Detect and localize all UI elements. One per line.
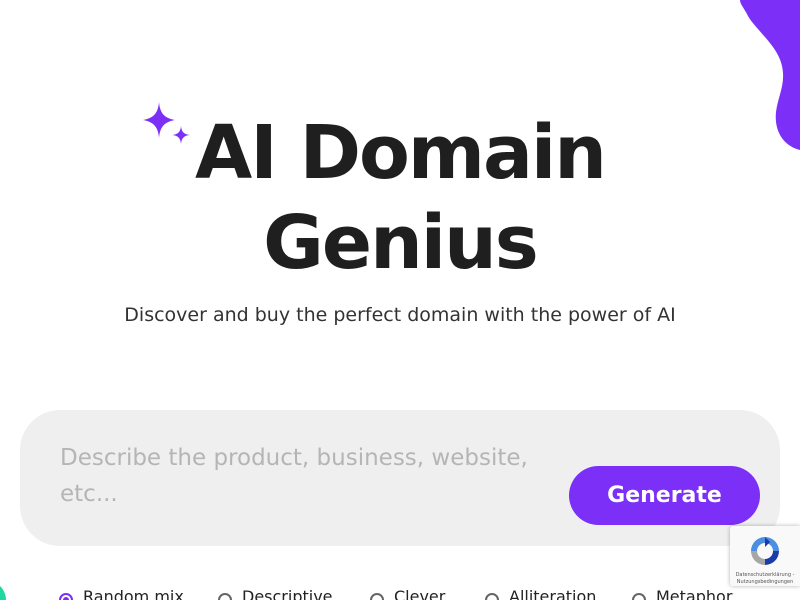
radio-button[interactable] — [59, 593, 73, 600]
style-option-alliteration[interactable]: Alliteration — [485, 586, 596, 600]
radio-button[interactable] — [632, 593, 646, 600]
style-option-descriptive[interactable]: Descriptive — [218, 586, 333, 600]
title-line-2: Genius — [263, 200, 539, 286]
generate-button[interactable]: Generate — [569, 466, 760, 525]
title-line-1: AI Domain — [195, 110, 607, 196]
recaptcha-badge[interactable]: Datenschutzerklärung - Nutzungsbedingung… — [730, 526, 800, 586]
style-option-clever[interactable]: Clever — [370, 586, 445, 600]
style-option-label: Descriptive — [242, 587, 333, 600]
style-options: Random mix Descriptive Clever Alliterati… — [0, 586, 800, 600]
recaptcha-links: Datenschutzerklärung - Nutzungsbedingung… — [732, 572, 798, 586]
description-input[interactable] — [60, 440, 530, 516]
style-option-label: Clever — [394, 587, 446, 600]
page-title: AI Domain Genius — [0, 108, 800, 288]
radio-button[interactable] — [370, 593, 384, 600]
style-option-random-mix[interactable]: Random mix — [59, 586, 184, 600]
page-subtitle: Discover and buy the perfect domain with… — [124, 304, 676, 326]
style-option-label: Alliteration — [509, 587, 597, 600]
style-option-label: Metaphor — [656, 587, 733, 600]
radio-button[interactable] — [485, 593, 499, 600]
style-option-label: Random mix — [83, 587, 184, 600]
radio-button[interactable] — [218, 593, 232, 600]
page: AI Domain Genius Discover and buy the pe… — [0, 0, 800, 600]
search-box: Generate — [20, 410, 780, 546]
style-option-metaphor[interactable]: Metaphor — [632, 586, 732, 600]
recaptcha-terms-link[interactable]: Nutzungsbedingungen — [737, 579, 794, 585]
recaptcha-privacy-link[interactable]: Datenschutzerklärung — [736, 572, 791, 578]
recaptcha-logo-icon — [751, 537, 779, 565]
recaptcha-separator: - — [791, 572, 795, 578]
